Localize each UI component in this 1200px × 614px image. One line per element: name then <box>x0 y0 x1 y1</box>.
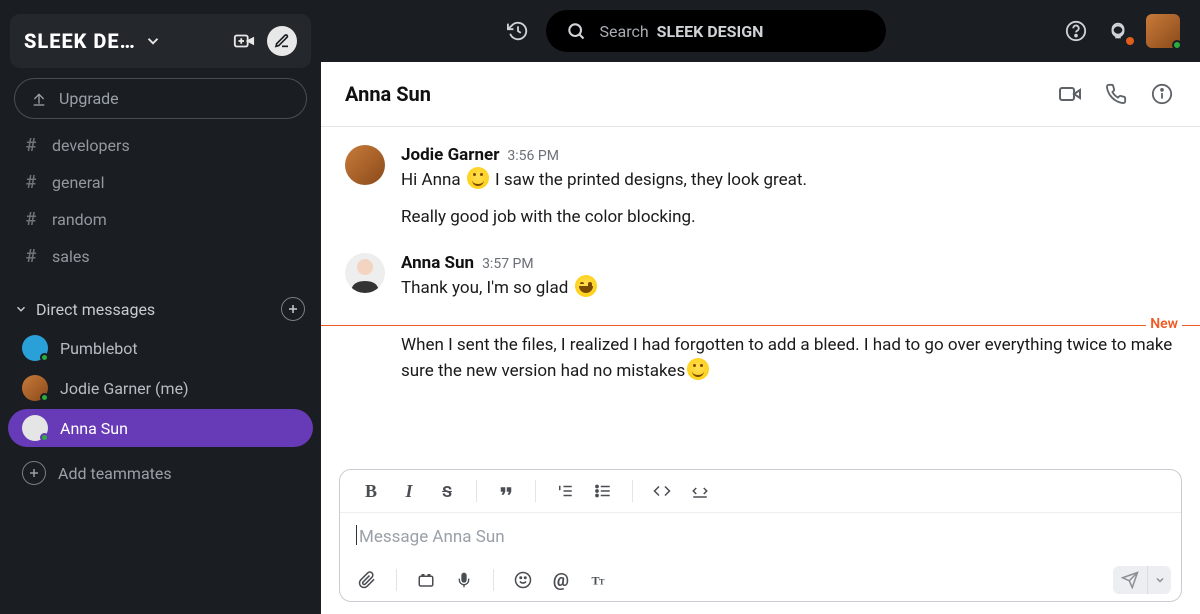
attachment-button[interactable] <box>350 565 384 595</box>
dm-list: Pumblebot Jodie Garner (me) Anna Sun <box>0 327 321 449</box>
search-input[interactable]: Search SLEEK DESIGN <box>546 10 886 52</box>
conversation-title: Anna Sun <box>345 82 1038 106</box>
message-composer: B I S <box>339 469 1182 602</box>
avatar <box>22 335 48 361</box>
chevron-down-icon <box>144 32 162 50</box>
add-dm-button[interactable] <box>281 297 305 321</box>
topbar: Search SLEEK DESIGN <box>321 0 1200 62</box>
chevron-down-icon <box>14 302 28 316</box>
workspace-switcher[interactable]: SLEEK DE… <box>10 14 311 68</box>
messages-list: Jodie Garner 3:56 PM Hi Anna I saw the pri… <box>321 127 1200 469</box>
message-text: Really good job with the color blocking. <box>401 204 1176 231</box>
ordered-list-button[interactable] <box>548 476 582 506</box>
dm-label: Anna Sun <box>60 419 128 438</box>
avatar <box>345 145 385 185</box>
conversation-header: Anna Sun <box>321 62 1200 127</box>
presence-indicator <box>40 433 49 442</box>
channel-label: general <box>52 173 105 192</box>
sidebar: SLEEK DE… Upgrade # developers # general # ra… <box>0 0 321 614</box>
dm-item-pumblebot[interactable]: Pumblebot <box>8 329 313 367</box>
add-teammates-button[interactable]: Add teammates <box>8 453 313 493</box>
send-options-button[interactable] <box>1147 566 1171 594</box>
info-icon[interactable] <box>1148 80 1176 108</box>
hash-icon: # <box>24 135 38 156</box>
notifications-icon[interactable] <box>1104 17 1132 45</box>
add-teammates-label: Add teammates <box>58 464 172 483</box>
avatar <box>22 375 48 401</box>
channel-item-random[interactable]: # random <box>6 201 315 238</box>
mention-button[interactable]: @ <box>544 565 578 595</box>
hash-icon: # <box>24 209 38 230</box>
dm-section-header[interactable]: Direct messages <box>0 287 321 327</box>
message-author: Jodie Garner <box>401 145 499 165</box>
plus-icon <box>22 461 46 485</box>
message-author: Anna Sun <box>401 253 474 273</box>
hash-icon: # <box>24 246 38 267</box>
message: Anna Sun 3:57 PM Thank you, I'm so glad <box>321 247 1200 318</box>
hash-icon: # <box>24 172 38 193</box>
dm-label: Jodie Garner (me) <box>60 379 189 398</box>
record-audio-button[interactable] <box>447 565 481 595</box>
code-block-button[interactable] <box>683 476 717 506</box>
quote-button[interactable] <box>489 476 523 506</box>
upgrade-button[interactable]: Upgrade <box>14 78 307 119</box>
message-time: 3:56 PM <box>507 148 559 164</box>
presence-indicator <box>40 393 49 402</box>
channel-item-sales[interactable]: # sales <box>6 238 315 275</box>
new-messages-divider: New <box>321 325 1200 326</box>
upload-icon <box>31 91 47 107</box>
channel-label: developers <box>52 136 130 155</box>
bullet-list-button[interactable] <box>586 476 620 506</box>
dm-item-anna-sun[interactable]: Anna Sun <box>8 409 313 447</box>
dm-item-jodie-garner-me-[interactable]: Jodie Garner (me) <box>8 369 313 407</box>
presence-indicator <box>40 353 49 362</box>
channel-item-general[interactable]: # general <box>6 164 315 201</box>
message: Jodie Garner 3:56 PM Hi Anna I saw the pri… <box>321 139 1200 247</box>
message-continuation: When I sent the files, I realized I had … <box>321 332 1200 395</box>
user-avatar[interactable] <box>1146 14 1180 48</box>
format-toolbar: B I S <box>340 470 1181 513</box>
compose-button[interactable] <box>267 26 297 56</box>
dm-section-title: Direct messages <box>36 300 281 319</box>
new-label: New <box>1146 316 1182 332</box>
composer-actions: @ TT <box>340 559 1181 601</box>
search-icon <box>566 21 586 41</box>
smile-emoji-icon <box>467 167 489 189</box>
italic-button[interactable]: I <box>392 476 426 506</box>
formatting-button[interactable]: TT <box>582 565 616 595</box>
message-text: Thank you, I'm so glad <box>401 275 1176 302</box>
hug-emoji-icon <box>687 358 709 380</box>
presence-indicator <box>1172 40 1182 50</box>
bold-button[interactable]: B <box>354 476 388 506</box>
message-text: Hi Anna I saw the printed designs, they … <box>401 167 1176 194</box>
main-panel: Search SLEEK DESIGN Anna Sun <box>321 0 1200 614</box>
compose-input[interactable]: Message Anna Sun <box>340 513 1181 559</box>
upgrade-label: Upgrade <box>59 89 119 108</box>
search-placeholder: Search SLEEK DESIGN <box>600 22 764 41</box>
strikethrough-button[interactable]: S <box>430 476 464 506</box>
channel-label: random <box>52 210 107 229</box>
svg-text:T: T <box>599 578 605 587</box>
message-time: 3:57 PM <box>482 256 534 272</box>
send-button[interactable] <box>1113 566 1147 594</box>
dm-label: Pumblebot <box>60 339 138 358</box>
history-icon[interactable] <box>504 17 532 45</box>
channel-label: sales <box>52 247 90 266</box>
record-video-button[interactable] <box>409 565 443 595</box>
channel-item-developers[interactable]: # developers <box>6 127 315 164</box>
code-button[interactable] <box>645 476 679 506</box>
workspace-name: SLEEK DE… <box>24 29 136 53</box>
new-video-icon[interactable] <box>231 28 257 54</box>
grin-emoji-icon <box>575 275 597 297</box>
phone-call-icon[interactable] <box>1102 80 1130 108</box>
avatar <box>345 253 385 293</box>
channels-section: # developers # general # random # sales <box>0 127 321 275</box>
avatar <box>22 415 48 441</box>
help-icon[interactable] <box>1062 17 1090 45</box>
video-call-icon[interactable] <box>1056 80 1084 108</box>
emoji-button[interactable] <box>506 565 540 595</box>
